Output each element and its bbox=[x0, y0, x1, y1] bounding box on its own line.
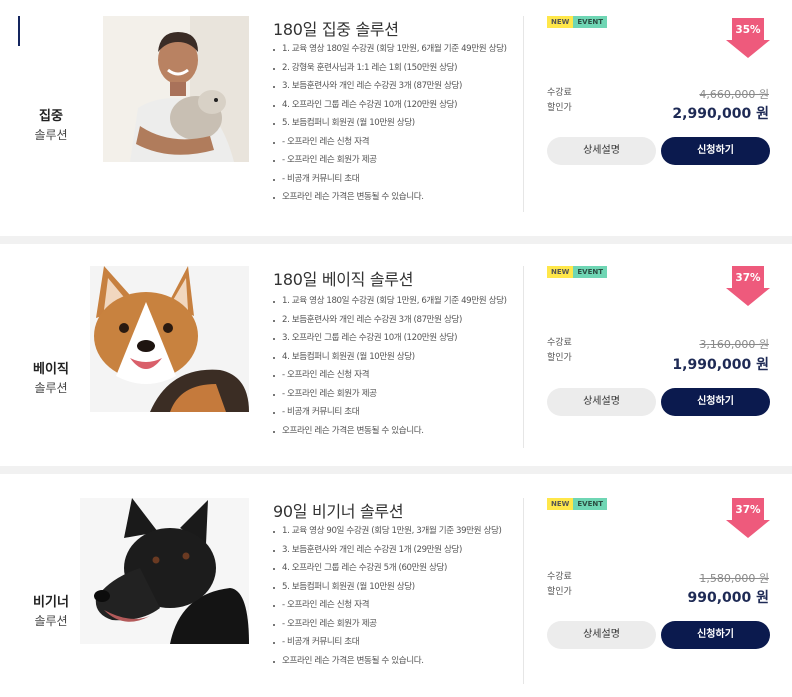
discount-rate: 35% bbox=[735, 24, 761, 36]
event-tag: EVENT bbox=[573, 498, 607, 510]
divider bbox=[523, 498, 524, 684]
tag-group: NEW EVENT bbox=[547, 498, 607, 510]
label-price: 수강료 bbox=[547, 88, 572, 98]
feature-item: 3. 보듬훈련사와 개인 레슨 수강권 1개 (29만원 상당) bbox=[272, 545, 512, 557]
discount-badge: 35% bbox=[726, 18, 770, 58]
sale-price: 990,000 원 bbox=[687, 590, 769, 606]
original-price: 3,160,000 원 bbox=[699, 338, 769, 351]
original-price: 1,580,000 원 bbox=[699, 572, 769, 585]
feature-item: 5. 보듬컴퍼니 회원권 (월 10만원 상당) bbox=[272, 118, 512, 130]
feature-list: 1. 교육 영상 180일 수강권 (회당 1만원, 6개월 기준 49만원 상… bbox=[272, 296, 512, 444]
tag-group: NEW EVENT bbox=[547, 266, 607, 278]
sale-price: 2,990,000 원 bbox=[672, 106, 769, 122]
feature-item: 1. 교육 영상 180일 수강권 (회당 1만원, 6개월 기준 49만원 상… bbox=[272, 44, 512, 56]
card-separator bbox=[0, 466, 792, 474]
tier-name: 집중 bbox=[39, 109, 63, 124]
feature-item: - 비공개 커뮤니티 초대 bbox=[272, 637, 512, 649]
tier-sub: 솔루션 bbox=[34, 381, 68, 395]
sale-price: 1,990,000 원 bbox=[672, 357, 769, 373]
feature-list: 1. 교육 영상 90일 수강권 (회당 1만원, 3개월 기준 39만원 상당… bbox=[272, 526, 512, 674]
price-labels: 수강료 할인가 bbox=[547, 336, 572, 366]
apply-button[interactable]: 신청하기 bbox=[661, 137, 770, 165]
feature-item: 오프라인 레슨 가격은 변동될 수 있습니다. bbox=[272, 426, 512, 438]
feature-item: 3. 보듬훈련사와 개인 레슨 수강권 3개 (87만원 상당) bbox=[272, 81, 512, 93]
feature-item: - 비공개 커뮤니티 초대 bbox=[272, 407, 512, 419]
discount-rate: 37% bbox=[735, 272, 761, 284]
discount-rate: 37% bbox=[735, 504, 761, 516]
feature-item: - 오프라인 레슨 신청 자격 bbox=[272, 600, 512, 612]
feature-item: - 오프라인 레슨 회원가 제공 bbox=[272, 619, 512, 631]
new-tag: NEW bbox=[547, 266, 574, 278]
feature-item: 5. 보듬컴퍼니 회원권 (월 10만원 상당) bbox=[272, 582, 512, 594]
discount-badge: 37% bbox=[726, 498, 770, 538]
feature-item: 4. 오프라인 그룹 레슨 수강권 10개 (120만원 상당) bbox=[272, 100, 512, 112]
tier-label: 비기너 솔루션 bbox=[20, 594, 82, 630]
new-tag: NEW bbox=[547, 498, 574, 510]
event-tag: EVENT bbox=[573, 266, 607, 278]
plan-card-basic: 베이직 솔루션 180일 베이직 솔루션 1. 교육 영상 180일 수강권 (… bbox=[0, 244, 792, 466]
plan-title: 180일 집중 솔루션 bbox=[273, 20, 399, 39]
apply-button[interactable]: 신청하기 bbox=[661, 388, 770, 416]
tier-name: 베이직 bbox=[33, 362, 69, 377]
new-tag: NEW bbox=[547, 16, 574, 28]
feature-list: 1. 교육 영상 180일 수강권 (회당 1만원, 6개월 기준 49만원 상… bbox=[272, 44, 512, 211]
detail-button[interactable]: 상세설명 bbox=[547, 621, 656, 649]
feature-item: 1. 교육 영상 180일 수강권 (회당 1만원, 6개월 기준 49만원 상… bbox=[272, 296, 512, 308]
feature-item: - 오프라인 레슨 회원가 제공 bbox=[272, 155, 512, 167]
plan-title: 180일 베이직 솔루션 bbox=[273, 270, 414, 289]
tag-group: NEW EVENT bbox=[547, 16, 607, 28]
feature-item: 4. 오프라인 그룹 레슨 수강권 5개 (60만원 상당) bbox=[272, 563, 512, 575]
divider bbox=[523, 16, 524, 212]
label-sale: 할인가 bbox=[547, 587, 572, 597]
original-price: 4,660,000 원 bbox=[699, 88, 769, 101]
feature-item: 2. 강형욱 훈련사님과 1:1 레슨 1회 (150만원 상당) bbox=[272, 63, 512, 75]
feature-item: 4. 보듬컴퍼니 회원권 (월 10만원 상당) bbox=[272, 352, 512, 364]
tier-sub: 솔루션 bbox=[34, 128, 68, 142]
feature-item: - 오프라인 레슨 신청 자격 bbox=[272, 370, 512, 382]
plan-card-beginner: 비기너 솔루션 90일 비기너 솔루션 1. 교육 영상 90일 수강권 (회당… bbox=[0, 474, 792, 697]
label-sale: 할인가 bbox=[547, 353, 572, 363]
plan-card-intensive: 집중 솔루션 180일 집중 솔루션 1. 교육 영상 180일 수강권 (회당… bbox=[0, 0, 792, 236]
price-labels: 수강료 할인가 bbox=[547, 86, 572, 116]
feature-item: 오프라인 레슨 가격은 변동될 수 있습니다. bbox=[272, 656, 512, 668]
feature-item: - 비공개 커뮤니티 초대 bbox=[272, 174, 512, 186]
tier-sub: 솔루션 bbox=[34, 614, 68, 628]
detail-button[interactable]: 상세설명 bbox=[547, 137, 656, 165]
feature-item: 오프라인 레슨 가격은 변동될 수 있습니다. bbox=[272, 192, 512, 204]
apply-button[interactable]: 신청하기 bbox=[661, 621, 770, 649]
feature-item: 1. 교육 영상 90일 수강권 (회당 1만원, 3개월 기준 39만원 상당… bbox=[272, 526, 512, 538]
plan-title: 90일 비기너 솔루션 bbox=[273, 502, 404, 521]
discount-badge: 37% bbox=[726, 266, 770, 306]
divider bbox=[523, 266, 524, 448]
feature-item: 3. 오프라인 그룹 레슨 수강권 10개 (120만원 상당) bbox=[272, 333, 512, 345]
detail-button[interactable]: 상세설명 bbox=[547, 388, 656, 416]
tier-label: 집중 솔루션 bbox=[20, 108, 82, 144]
feature-item: - 오프라인 레슨 신청 자격 bbox=[272, 137, 512, 149]
label-price: 수강료 bbox=[547, 338, 572, 348]
feature-item: - 오프라인 레슨 회원가 제공 bbox=[272, 389, 512, 401]
event-tag: EVENT bbox=[573, 16, 607, 28]
feature-item: 2. 보듬훈련사와 개인 레슨 수강권 3개 (87만원 상당) bbox=[272, 315, 512, 327]
price-labels: 수강료 할인가 bbox=[547, 570, 572, 600]
label-sale: 할인가 bbox=[547, 103, 572, 113]
tier-label: 베이직 솔루션 bbox=[20, 361, 82, 397]
card-separator bbox=[0, 236, 792, 244]
label-price: 수강료 bbox=[547, 572, 572, 582]
tier-name: 비기너 bbox=[33, 595, 69, 610]
